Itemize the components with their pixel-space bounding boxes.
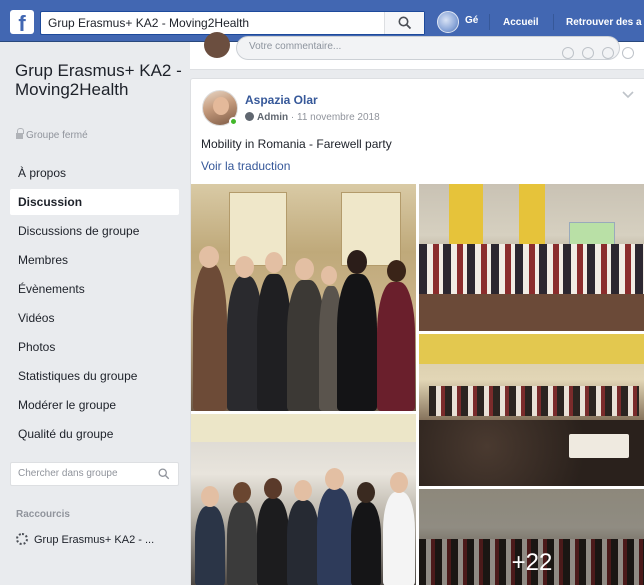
post-date[interactable]: 11 novembre 2018 xyxy=(297,112,380,123)
avatar xyxy=(204,32,230,58)
more-photos-tile[interactable]: +22 xyxy=(419,489,644,585)
sidebar-item-videos[interactable]: Vidéos xyxy=(10,305,179,331)
sticker-icon[interactable] xyxy=(622,47,634,59)
admin-badge-icon xyxy=(245,112,254,121)
see-translation-link[interactable]: Voir la traduction xyxy=(201,159,290,173)
facebook-logo-icon[interactable]: f xyxy=(10,10,34,34)
sidebar-item-insights[interactable]: Statistiques du groupe xyxy=(10,363,179,389)
sidebar-item-quality[interactable]: Qualité du groupe xyxy=(10,421,179,447)
post-photo[interactable] xyxy=(419,334,644,486)
sidebar-item-members[interactable]: Membres xyxy=(10,247,179,273)
shortcut-group-link[interactable]: Grup Erasmus+ KA2 - ... xyxy=(16,533,154,546)
search-bar[interactable]: Grup Erasmus+ KA2 - Moving2Health xyxy=(40,11,425,35)
shortcuts-heading: Raccourcis xyxy=(16,509,70,520)
sidebar-item-events[interactable]: Évènements xyxy=(10,276,179,302)
sidebar-item-group-discussions[interactable]: Discussions de groupe xyxy=(10,218,179,244)
camera-icon[interactable] xyxy=(582,47,594,59)
emoji-icon[interactable] xyxy=(562,47,574,59)
divider xyxy=(553,14,554,30)
divider xyxy=(489,14,490,30)
search-icon xyxy=(398,16,412,30)
sidebar-item-photos[interactable]: Photos xyxy=(10,334,179,360)
find-friends-link[interactable]: Retrouver des a xyxy=(566,17,642,28)
avatar xyxy=(437,11,459,33)
group-search-field[interactable]: Chercher dans groupe xyxy=(10,462,179,486)
more-photos-count: +22 xyxy=(511,549,553,576)
group-privacy-label: Groupe fermé xyxy=(16,128,88,141)
group-sidebar: Grup Erasmus+ KA2 - Moving2Health Groupe… xyxy=(0,42,188,585)
post-meta: Admin · 11 novembre 2018 xyxy=(245,112,380,123)
post-photo[interactable] xyxy=(191,414,416,585)
sidebar-item-moderate[interactable]: Modérer le groupe xyxy=(10,392,179,418)
post-photo[interactable] xyxy=(191,184,416,411)
comment-composer: Votre commentaire... xyxy=(190,32,644,70)
post-author[interactable]: Aspazia Olar xyxy=(245,93,318,107)
profile-name: Gé xyxy=(465,15,479,26)
sidebar-item-discussion[interactable]: Discussion xyxy=(10,189,179,215)
home-link[interactable]: Accueil xyxy=(503,17,539,28)
lock-icon xyxy=(16,128,24,139)
group-name[interactable]: Grup Erasmus+ KA2 - Moving2Health xyxy=(15,61,183,99)
online-status-icon xyxy=(229,117,238,126)
search-button[interactable] xyxy=(384,12,424,34)
feed-post: Aspazia Olar Admin · 11 novembre 2018 Mo… xyxy=(190,78,644,585)
composer-tools xyxy=(554,46,634,64)
post-text: Mobility in Romania - Farewell party xyxy=(201,137,392,151)
search-icon xyxy=(158,468,170,480)
sidebar-item-about[interactable]: À propos xyxy=(10,160,179,186)
chevron-down-icon[interactable] xyxy=(622,91,634,99)
group-search-input[interactable]: Chercher dans groupe xyxy=(18,468,118,479)
post-photo[interactable] xyxy=(419,184,644,331)
search-input[interactable]: Grup Erasmus+ KA2 - Moving2Health xyxy=(48,16,249,30)
group-icon xyxy=(16,533,28,545)
gif-icon[interactable] xyxy=(602,47,614,59)
